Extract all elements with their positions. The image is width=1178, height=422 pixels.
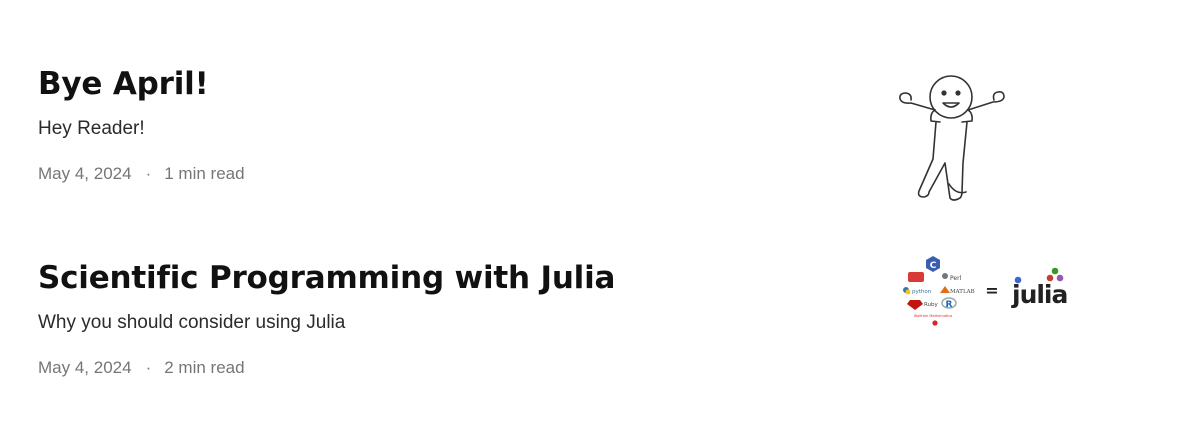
perl-icon: Perl: [942, 273, 962, 282]
red-dot-icon: [932, 320, 938, 326]
red-logo-icon: [908, 272, 924, 282]
ruby-icon: Ruby: [907, 300, 939, 310]
post-date: May 4, 2024: [38, 358, 132, 377]
post-read-time: 1 min read: [164, 164, 245, 183]
post-meta: May 4, 2024 · 2 min read: [38, 357, 1138, 379]
meta-separator: ·: [145, 358, 152, 377]
lang-label: Ruby: [924, 302, 939, 308]
languages-equals-julia-icon: C Perl python MATLAB Ruby R Wolfram Math…: [903, 256, 1068, 326]
lang-label: R: [946, 300, 953, 310]
lang-label: Perl: [950, 275, 962, 282]
post-date: May 4, 2024: [38, 164, 132, 183]
lang-label: C: [930, 261, 937, 271]
post-feed: Bye April! Hey Reader! May 4, 2024 · 1 min…: [0, 0, 1178, 422]
python-icon: python: [903, 287, 932, 295]
lang-label: python: [912, 289, 932, 295]
post-thumbnail[interactable]: [880, 64, 1030, 209]
matlab-icon: MATLAB: [940, 286, 975, 295]
julia-logo-icon: julia: [1011, 267, 1068, 309]
post-read-time: 2 min read: [164, 358, 245, 377]
r-language-icon: R: [941, 297, 957, 310]
lang-label: Wolfram Mathematica: [914, 314, 953, 318]
julia-logo-text: julia: [1011, 280, 1067, 309]
c-language-icon: C: [926, 256, 940, 272]
lang-label: MATLAB: [950, 289, 975, 295]
equals-sign: =: [985, 281, 998, 300]
post-thumbnail[interactable]: C Perl python MATLAB Ruby R Wolfram Math…: [890, 248, 1080, 338]
stick-figure-icon: [899, 75, 1005, 201]
meta-separator: ·: [145, 164, 152, 183]
